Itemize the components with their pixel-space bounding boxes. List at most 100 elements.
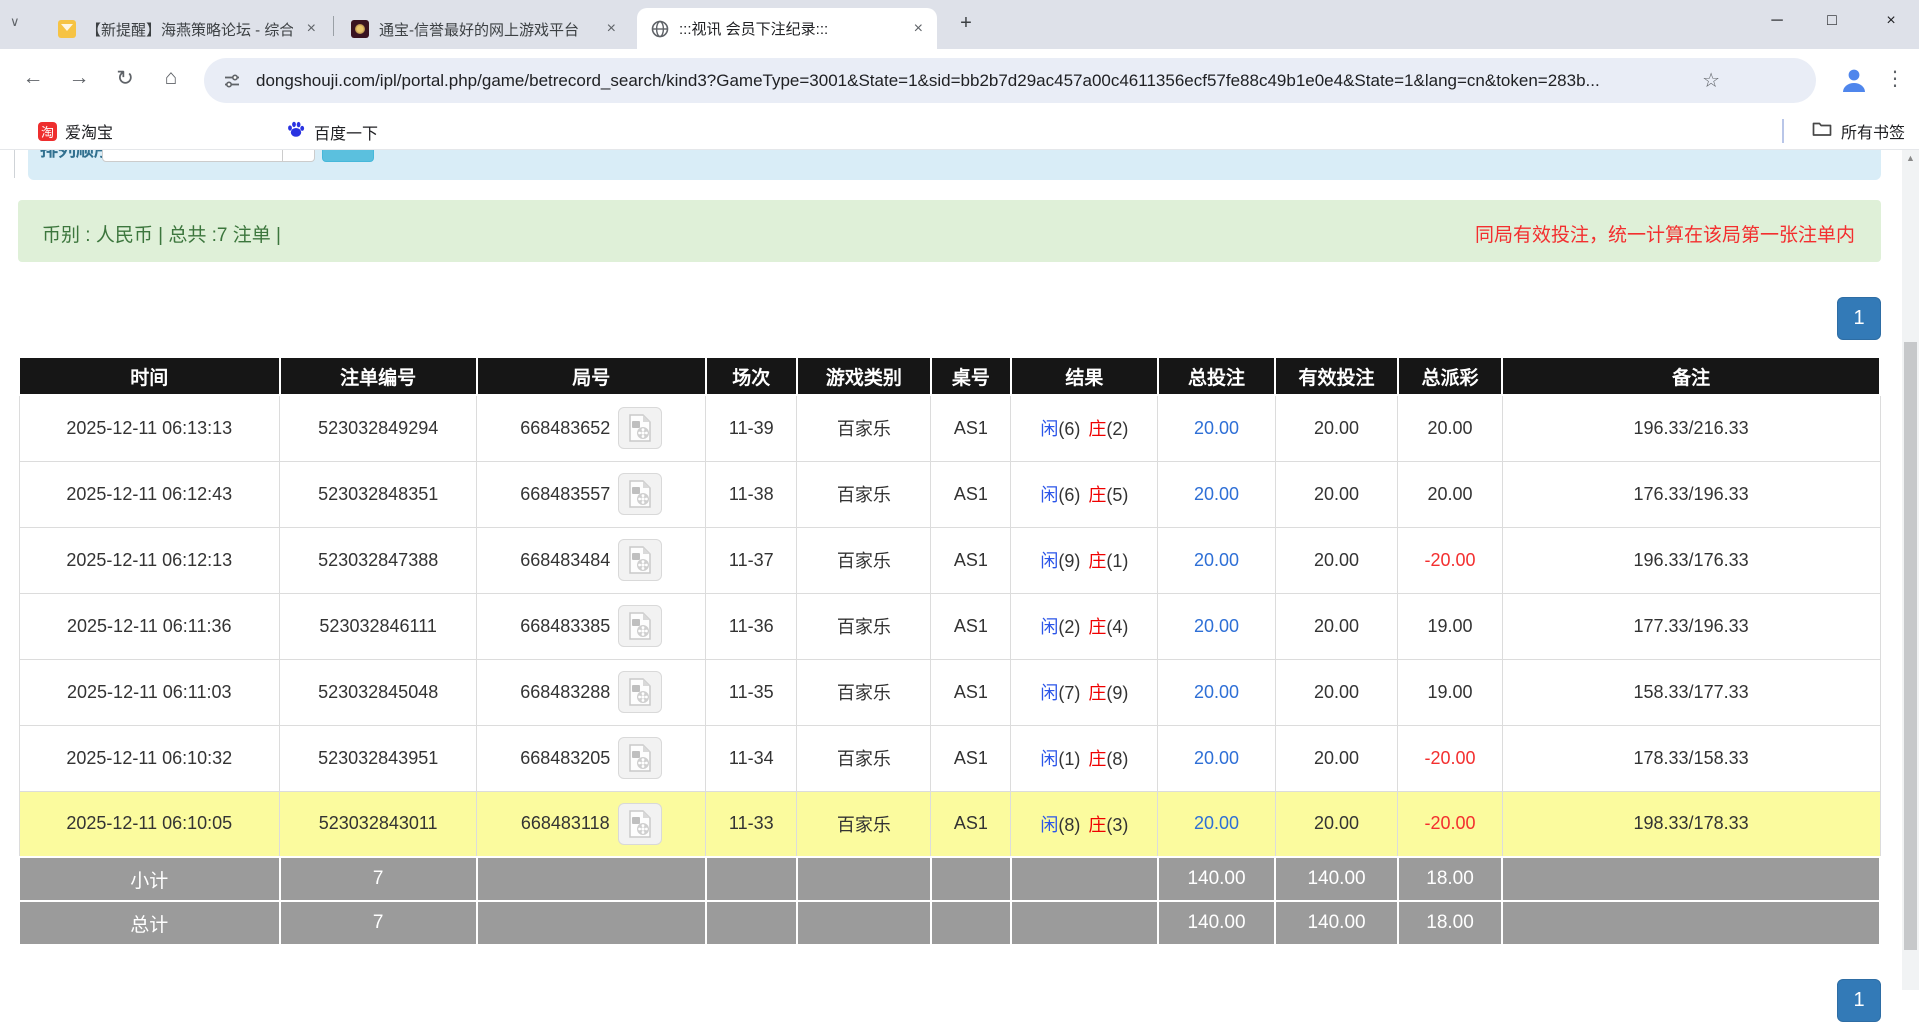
bookmarks-bar: 淘 爱淘宝 百度一下 所有书签	[0, 112, 1919, 150]
cell-table-no: AS1	[931, 659, 1011, 725]
browser-menu-icon[interactable]: ⋮	[1884, 66, 1906, 91]
tab-title: 通宝-信誉最好的网上游戏平台	[379, 19, 593, 40]
same-round-note-text: 同局有效投注，统一计算在该局第一张注单内	[1475, 220, 1855, 247]
bookmark-taobao[interactable]: 淘 爱淘宝	[38, 119, 113, 143]
banker-label: 庄	[1088, 683, 1106, 703]
column-header: 场次	[706, 357, 797, 395]
pagination-page-1-bottom[interactable]: 1	[1837, 979, 1881, 1022]
banker-score: (3)	[1106, 815, 1128, 835]
profile-avatar-icon[interactable]	[1836, 62, 1872, 98]
input-addon[interactable]	[283, 150, 315, 162]
new-tab-button[interactable]: +	[952, 12, 980, 35]
video-replay-icon[interactable]	[618, 407, 662, 449]
cell-valid-bet: 20.00	[1275, 725, 1398, 791]
player-label: 闲	[1040, 749, 1058, 769]
cell-valid-bet: 20.00	[1275, 461, 1398, 527]
cell-valid-bet: 20.00	[1275, 659, 1398, 725]
tab-title: 【新提醒】海燕策略论坛 - 综合	[86, 19, 293, 40]
summary-total-bet: 140.00	[1158, 901, 1275, 945]
column-header: 备注	[1502, 357, 1880, 395]
cell-table-no: AS1	[931, 395, 1011, 461]
summary-empty-table	[931, 857, 1011, 901]
summary-empty-result	[1011, 857, 1158, 901]
cell-game-type: 百家乐	[797, 791, 931, 857]
reload-icon[interactable]: ↻	[110, 66, 140, 91]
sort-order-input[interactable]	[102, 150, 283, 162]
round-id-text: 668483652	[520, 418, 610, 439]
cell-session: 11-34	[706, 725, 797, 791]
player-score: (7)	[1058, 683, 1080, 703]
round-id-group: 668483652	[520, 407, 662, 449]
url-text[interactable]: dongshouji.com/ipl/portal.php/game/betre…	[256, 71, 1736, 91]
browser-tab-2[interactable]: 通宝-信誉最好的网上游戏平台 ×	[337, 9, 630, 49]
pagination-page-1[interactable]: 1	[1837, 297, 1881, 340]
home-icon[interactable]: ⌂	[156, 66, 186, 90]
close-window-button[interactable]: ×	[1876, 12, 1906, 30]
cell-total-bet-link[interactable]: 20.00	[1158, 395, 1275, 461]
bet-table-header-row: 时间注单编号局号场次游戏类别桌号结果总投注有效投注总派彩备注	[19, 357, 1880, 395]
video-replay-icon[interactable]	[618, 737, 662, 779]
search-button[interactable]	[322, 150, 374, 162]
address-bar[interactable]: dongshouji.com/ipl/portal.php/game/betre…	[204, 58, 1816, 103]
back-icon[interactable]: ←	[18, 66, 48, 90]
close-tab-icon[interactable]: ×	[303, 20, 320, 38]
summary-row: 小计7140.00140.0018.00	[19, 857, 1880, 901]
video-replay-icon[interactable]	[618, 671, 662, 713]
bookmark-star-icon[interactable]: ☆	[1702, 68, 1720, 93]
cell-time: 2025-12-11 06:12:43	[19, 461, 280, 527]
table-row: 2025-12-11 06:12:13523032847388668483484…	[19, 527, 1880, 593]
cell-valid-bet: 20.00	[1275, 593, 1398, 659]
round-id-text: 668483385	[520, 616, 610, 637]
close-tab-icon[interactable]: ×	[603, 20, 620, 38]
cell-payout: 19.00	[1398, 593, 1502, 659]
cell-time: 2025-12-11 06:13:13	[19, 395, 280, 461]
cell-total-bet-link[interactable]: 20.00	[1158, 527, 1275, 593]
summary-label: 总计	[19, 901, 280, 945]
cell-total-bet-link[interactable]: 20.00	[1158, 593, 1275, 659]
scrollbar-thumb[interactable]	[1904, 342, 1917, 950]
browser-tab-3-active[interactable]: :::视讯 会员下注纪录::: ×	[637, 8, 937, 49]
player-score: (9)	[1058, 551, 1080, 571]
forward-icon[interactable]: →	[64, 66, 94, 90]
all-bookmarks-button[interactable]: 所有书签	[1812, 119, 1905, 143]
cell-remark: 158.33/177.33	[1502, 659, 1880, 725]
maximize-button[interactable]: □	[1817, 12, 1847, 30]
round-id-text: 668483205	[520, 748, 610, 769]
cell-total-bet-link[interactable]: 20.00	[1158, 725, 1275, 791]
cell-session: 11-39	[706, 395, 797, 461]
cell-time: 2025-12-11 06:10:05	[19, 791, 280, 857]
player-score: (6)	[1058, 485, 1080, 505]
filter-form: 排列顺序:	[28, 150, 1881, 180]
bookmarks-divider	[1782, 119, 1784, 143]
bookmark-baidu[interactable]: 百度一下	[286, 119, 378, 144]
minimize-button[interactable]: ─	[1762, 12, 1792, 30]
summary-payout: 18.00	[1398, 857, 1502, 901]
summary-label: 小计	[19, 857, 280, 901]
scroll-up-icon[interactable]: ▲	[1902, 153, 1919, 163]
video-replay-icon[interactable]	[618, 473, 662, 515]
banker-score: (8)	[1106, 749, 1128, 769]
cell-bet-id: 523032846111	[280, 593, 477, 659]
cell-total-bet-link[interactable]: 20.00	[1158, 659, 1275, 725]
browser-tab-1[interactable]: 【新提醒】海燕策略论坛 - 综合 ×	[44, 9, 330, 49]
tab-title: :::视讯 会员下注纪录:::	[679, 18, 900, 39]
video-replay-icon[interactable]	[618, 803, 662, 845]
cell-total-bet-link[interactable]: 20.00	[1158, 461, 1275, 527]
cell-payout: -20.00	[1398, 791, 1502, 857]
cell-table-no: AS1	[931, 725, 1011, 791]
site-settings-icon[interactable]	[222, 71, 242, 96]
tab-search-chevron-icon[interactable]: ∨	[10, 14, 20, 30]
cell-time: 2025-12-11 06:10:32	[19, 725, 280, 791]
cell-time: 2025-12-11 06:12:13	[19, 527, 280, 593]
cell-bet-id: 523032843951	[280, 725, 477, 791]
cell-round-id: 668483288	[477, 659, 706, 725]
player-label: 闲	[1040, 683, 1058, 703]
column-header: 时间	[19, 357, 280, 395]
cell-total-bet-link[interactable]: 20.00	[1158, 791, 1275, 857]
cell-time: 2025-12-11 06:11:03	[19, 659, 280, 725]
close-tab-icon[interactable]: ×	[910, 20, 927, 38]
video-replay-icon[interactable]	[618, 539, 662, 581]
round-id-text: 668483484	[520, 550, 610, 571]
video-replay-icon[interactable]	[618, 605, 662, 647]
cell-valid-bet: 20.00	[1275, 527, 1398, 593]
